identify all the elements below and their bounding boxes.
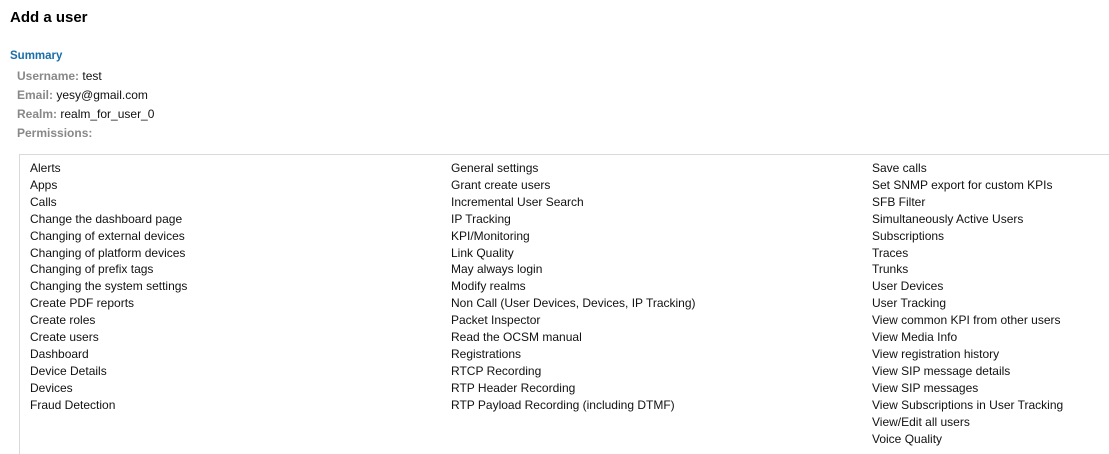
permission-item: View Subscriptions in User Tracking — [872, 397, 1064, 412]
permission-item: Incremental User Search — [451, 194, 584, 209]
permission-item: Non Call (User Devices, Devices, IP Trac… — [451, 296, 696, 311]
permission-item: View Media Info — [872, 330, 958, 345]
permission-item: View SIP message details — [872, 363, 1011, 378]
permission-item: IP Tracking — [451, 211, 511, 226]
permission-item: Create roles — [30, 313, 96, 328]
username-row: Username: test — [17, 67, 154, 86]
permission-item: Trunks — [872, 262, 909, 277]
permission-item: Simultaneously Active Users — [872, 211, 1024, 226]
username-label: Username: — [17, 69, 80, 83]
permissions-column-1: Alerts Apps Calls Change the dashboard p… — [30, 160, 187, 414]
permission-item: Calls — [30, 194, 57, 209]
permission-item: Voice Quality — [872, 431, 943, 446]
permission-item: Create users — [30, 330, 99, 345]
permission-item: May always login — [451, 262, 543, 277]
permission-item: Changing of prefix tags — [30, 262, 154, 277]
permission-item: Modify realms — [451, 279, 526, 294]
permissions-column-2: General settings Grant create users Incr… — [451, 160, 696, 414]
permission-item: Save calls — [872, 161, 927, 175]
permission-item: KPI/Monitoring — [451, 228, 530, 243]
permission-item: Alerts — [30, 161, 61, 175]
permission-item: RTP Header Recording — [451, 380, 576, 395]
username-value: test — [82, 69, 102, 83]
permission-item: Changing of external devices — [30, 228, 185, 243]
permission-item: Devices — [30, 380, 73, 395]
permission-item: Device Details — [30, 363, 107, 378]
permission-item: Apps — [30, 177, 58, 192]
permission-item: Dashboard — [30, 346, 89, 361]
realm-label: Realm: — [17, 107, 58, 121]
permission-item: Set SNMP export for custom KPIs — [872, 177, 1053, 192]
permissions-row: Permissions: — [17, 124, 154, 143]
realm-row: Realm: realm_for_user_0 — [17, 105, 154, 124]
permission-item: SFB Filter — [872, 194, 926, 209]
permission-item: Change the dashboard page — [30, 211, 183, 226]
email-value: yesy@gmail.com — [56, 88, 148, 102]
email-row: Email: yesy@gmail.com — [17, 86, 154, 105]
permission-item: RTP Payload Recording (including DTMF) — [451, 397, 675, 412]
permission-item: Read the OCSM manual — [451, 330, 582, 345]
permission-item: Subscriptions — [872, 228, 945, 243]
permission-item: Create PDF reports — [30, 296, 135, 311]
permission-item: Registrations — [451, 346, 522, 361]
permission-item: User Devices — [872, 279, 944, 294]
permission-item: Traces — [872, 245, 909, 260]
permission-item: View common KPI from other users — [872, 313, 1061, 328]
page-title: Add a user — [10, 9, 88, 26]
permission-item: Changing the system settings — [30, 279, 188, 294]
summary-heading: Summary — [10, 50, 63, 62]
permission-item: User Tracking — [872, 296, 947, 311]
permissions-label: Permissions: — [17, 126, 93, 140]
email-label: Email: — [17, 88, 54, 102]
permission-item: Changing of platform devices — [30, 245, 186, 260]
permission-item: General settings — [451, 161, 539, 175]
permission-item: Fraud Detection — [30, 397, 116, 412]
permission-item: Packet Inspector — [451, 313, 541, 328]
permission-item: Link Quality — [451, 245, 514, 260]
permission-item: View registration history — [872, 346, 1000, 361]
permission-item: RTCP Recording — [451, 363, 542, 378]
permission-item: Grant create users — [451, 177, 551, 192]
realm-value: realm_for_user_0 — [60, 107, 155, 121]
summary-panel: Username: test Email: yesy@gmail.com Rea… — [17, 67, 154, 143]
permission-item: View/Edit all users — [872, 414, 970, 429]
permission-item: View SIP messages — [872, 380, 979, 395]
permissions-column-3: Save calls Set SNMP export for custom KP… — [872, 160, 1063, 447]
